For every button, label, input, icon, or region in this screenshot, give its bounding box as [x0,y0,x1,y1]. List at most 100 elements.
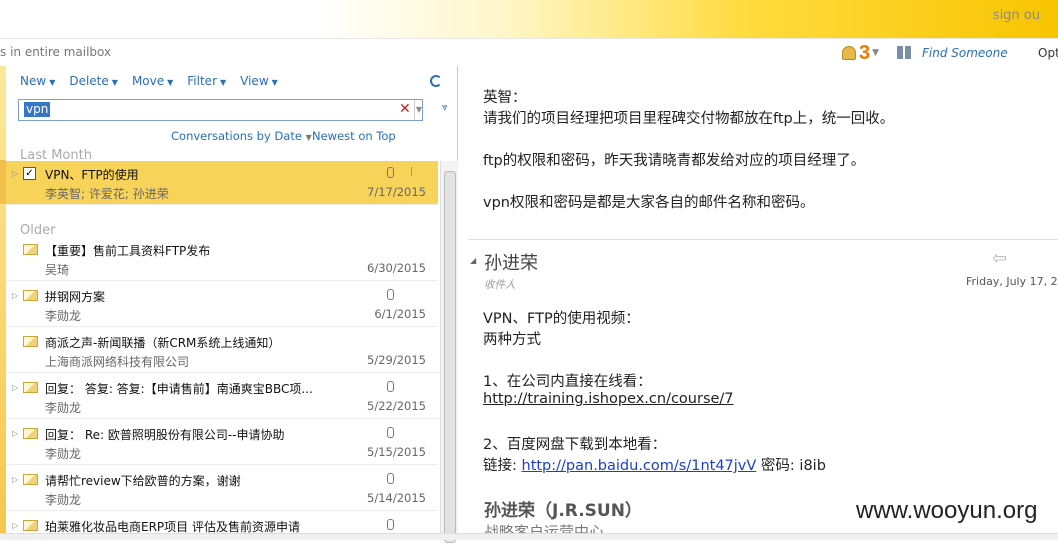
message-list-scrollbar[interactable] [440,161,458,543]
expand-triangle-icon[interactable]: ▷ [12,475,18,484]
body-text: 1、在公司内直接在线看： [483,374,652,390]
signature-name: 孙进荣（J.R.SUN） [484,501,642,521]
body-text: vpn权限和密码是都是大家各自的邮件名称和密码。 [483,195,815,211]
view-button[interactable]: View ▼ [240,74,278,88]
filter-button[interactable]: Filter ▼ [187,74,226,88]
list-toolbar: New ▼ Delete ▼ Move ▼ Filter ▼ View ▼ [20,74,278,88]
list-item[interactable]: 【重要】售前工具资料FTP发布 吴琦 6/30/2015 [6,237,438,281]
status-bar: s in entire mailbox 3 ▼ Find Someone Opt [0,38,1058,67]
watermark: www.wooyun.org [852,497,1042,525]
message-date: 6/30/2015 [367,261,426,275]
envelope-icon [23,336,38,347]
body-text: ftp的权限和密码，昨天我请晓青都发给对应的项目经理了。 [483,153,866,169]
paperclip-icon [387,167,394,178]
expand-triangle-icon[interactable]: ▷ [12,383,18,392]
message-from: 李英智; 许爱花; 孙进荣 [45,187,169,201]
body-text: 英智： [483,90,527,106]
refresh-icon[interactable] [430,75,442,87]
chevron-down-icon: ▼ [872,48,880,58]
notifications[interactable]: 3 ▼ [842,41,879,65]
expand-triangle-icon[interactable]: ▷ [12,521,18,530]
move-button[interactable]: Move ▼ [132,74,173,88]
message-from: 李勋龙 [45,401,82,415]
paperclip-icon [387,427,394,438]
sender-name[interactable]: 孙进荣 [484,249,538,275]
chevron-down-icon: ▼ [167,78,174,87]
message-date: 5/14/2015 [367,491,426,505]
paperclip-icon [387,519,394,530]
envelope-icon [23,474,38,485]
baidu-link[interactable]: http://pan.baidu.com/s/1nt47jvV [522,458,757,474]
message-date: 5/29/2015 [367,353,426,367]
message-from: 李勋龙 [45,493,82,507]
message-from: 上海商派网络科技有限公司 [45,355,190,369]
top-banner: sign ou [0,0,1058,38]
chevron-down-icon: ▼ [271,78,278,87]
expand-triangle-icon[interactable]: ▷ [12,291,18,300]
list-item[interactable]: ▷ 回复： 答复: 答复:【申请售前】南通爽宝BBC项... 李勋龙 5/22/… [6,375,438,419]
flag-icon[interactable] [411,167,420,176]
address-book-icon[interactable] [897,46,911,59]
message-subject: 【重要】售前工具资料FTP发布 [45,244,211,258]
message-subject: 回复： Re: 欧普照明股份有限公司--申请协助 [45,428,285,442]
message-list-pane: New ▼ Delete ▼ Move ▼ Filter ▼ View ▼ vpn ✕ ▼… [6,66,458,543]
notification-count: 3 [859,41,871,64]
search-input[interactable]: vpn [24,102,51,117]
message-date: 6/1/2015 [374,307,426,321]
body-text: 链接: http://pan.baidu.com/s/1nt47jvV 密码: … [483,458,826,474]
sort-order-toggle[interactable]: Newest on Top [312,129,396,143]
search-box[interactable]: vpn ✕ ▼ [18,99,423,121]
paperclip-icon [387,473,394,484]
envelope-icon [23,520,38,531]
training-link[interactable]: http://training.ishopex.cn/course/7 [483,391,734,407]
clear-search-icon[interactable]: ✕ [399,101,411,117]
chevron-down-icon: ▼ [49,78,56,87]
body-text: VPN、FTP的使用视频： [483,311,640,327]
bell-icon [842,46,856,60]
list-item[interactable]: ▷ 回复： Re: 欧普照明股份有限公司--申请协助 李勋龙 5/15/2015 [6,421,438,465]
scrollbar-thumb[interactable] [444,171,456,543]
options-menu[interactable]: Opt [1038,46,1058,60]
collapse-triangle-icon[interactable]: ◢ [470,256,476,265]
message-subject: 商派之声-新闻联播（新CRM系统上线通知） [45,336,281,350]
paperclip-icon [387,381,394,392]
select-checkbox[interactable]: ✓ [23,167,36,180]
body-text: 2、百度网盘下载到本地看： [483,437,667,453]
envelope-icon [23,382,38,393]
list-item[interactable]: 商派之声-新闻联播（新CRM系统上线通知） 上海商派网络科技有限公司 5/29/… [6,329,438,373]
message-from: 李勋龙 [45,447,82,461]
group-header-older: Older [20,223,56,238]
expand-triangle-icon[interactable]: ▷ [12,429,18,438]
body-text: 请我们的项目经理把项目里程碑交付物都放在ftp上，统一回收。 [483,111,895,127]
chevron-down-icon: ▼ [305,133,312,142]
sign-out-link[interactable]: sign ou [993,8,1040,23]
sort-by-menu[interactable]: Conversations by Date ▼ [171,129,312,143]
list-item[interactable]: ▷ 拼钢网方案 李勋龙 6/1/2015 [6,283,438,327]
search-scope[interactable]: s in entire mailbox [0,45,111,59]
find-someone-link[interactable]: Find Someone [922,46,1008,60]
envelope-icon [23,290,38,301]
list-item[interactable]: ▷ ✓ VPN、FTP的使用 李英智; 许爱花; 孙进荣 7/17/2015 [6,161,438,205]
list-item[interactable]: ▷ 请帮忙review下给欧普的方案，谢谢 李勋龙 5/14/2015 [6,467,438,511]
envelope-icon [23,428,38,439]
message-from: 李勋龙 [45,309,82,323]
message-subject: 回复： 答复: 答复:【申请售前】南通爽宝BBC项... [45,382,313,396]
message-date: 5/15/2015 [367,445,426,459]
message-subject: VPN、FTP的使用 [45,168,139,182]
message-date: 5/22/2015 [367,399,426,413]
delete-button[interactable]: Delete ▼ [69,74,118,88]
chevron-down-icon: ▼ [220,78,227,87]
recipients-label: 收件人 [484,279,516,291]
search-options-dropdown[interactable]: ▼ [414,100,423,120]
expand-triangle-icon[interactable]: ▷ [12,169,18,178]
reply-icon[interactable]: ⇦ [992,250,1014,268]
chevron-down-icon: ▼ [111,78,118,87]
message-subject: 拼钢网方案 [45,290,106,304]
message-date: Friday, July 17, 20 [966,275,1058,288]
expand-search-icon[interactable]: ⩔ [442,102,448,113]
message-divider [468,239,1058,240]
envelope-icon [23,244,38,255]
reading-pane: 英智： 请我们的项目经理把项目里程碑交付物都放在ftp上，统一回收。 ftp的权… [458,66,1058,539]
body-text: 两种方式 [483,332,541,348]
new-button[interactable]: New ▼ [20,74,55,88]
